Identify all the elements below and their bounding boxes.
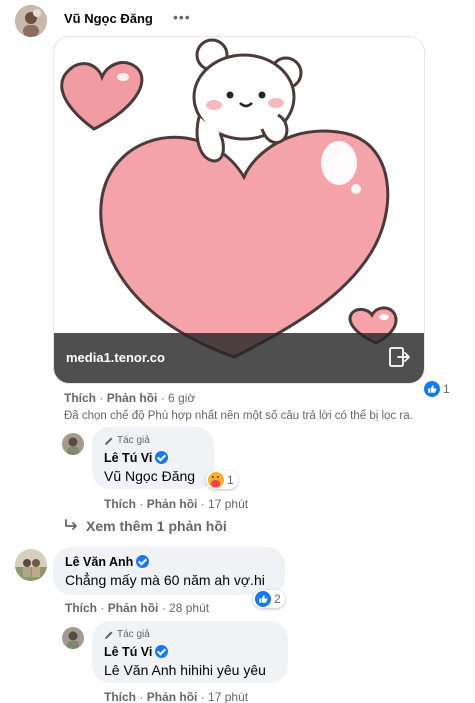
avatar[interactable] [15, 549, 47, 581]
reaction-count: 2 [274, 592, 281, 606]
pencil-icon [105, 631, 113, 639]
avatar[interactable] [62, 627, 84, 649]
comment-time[interactable]: 17 phút [208, 497, 248, 511]
comment-author[interactable]: Lê Văn Anh [65, 555, 150, 569]
comment-time[interactable]: 17 phút [208, 690, 248, 703]
comment-actions: Thích · Phản hồi · 28 phút [65, 601, 210, 615]
author-badge: Tác giả [104, 435, 150, 446]
comment-text: Chẳng mấy mà 60 năm ah vợ.hi [65, 572, 265, 588]
avatar[interactable] [15, 5, 47, 37]
reply-link[interactable]: Phản hồi [147, 690, 198, 703]
filter-notice: Đã chọn chế độ Phù hợp nhất nên một số c… [64, 410, 413, 422]
like-link[interactable]: Thích [104, 497, 136, 511]
open-external-icon[interactable] [388, 345, 412, 374]
comment-actions: Thích · Phản hồi · 6 giờ [64, 391, 196, 405]
reaction-summary[interactable]: 1 [206, 471, 238, 489]
verified-badge-icon [155, 451, 169, 464]
comment-time[interactable]: 28 phút [169, 601, 209, 615]
reaction-summary[interactable]: 2 [253, 590, 285, 608]
like-reaction-icon [424, 381, 440, 397]
comment-text: Lê Văn Anh hihihi yêu yêu [104, 662, 266, 678]
author-badge: Tác giả [104, 629, 150, 640]
bear-heart-gif [60, 38, 398, 359]
avatar-photo-icon [15, 549, 47, 581]
comment-actions: Thích · Phản hồi · 17 phút [104, 690, 249, 703]
see-more-replies-link[interactable]: Xem thêm 1 phản hồi [64, 518, 227, 534]
reaction-summary[interactable]: 1 [424, 381, 450, 397]
avatar-photo-icon [62, 433, 84, 455]
reply-link[interactable]: Phản hồi [108, 601, 159, 615]
comment-author[interactable]: Vũ Ngọc Đăng [64, 11, 153, 26]
more-options-button[interactable]: ••• [173, 9, 191, 25]
comment-actions: Thích · Phản hồi · 17 phút [104, 497, 249, 511]
avatar[interactable] [62, 433, 84, 455]
like-link[interactable]: Thích [64, 391, 96, 405]
avatar-photo-icon [15, 5, 47, 37]
verified-badge-icon [136, 555, 150, 568]
comment-author[interactable]: Lê Tú Vi [104, 451, 169, 465]
like-reaction-icon [255, 591, 271, 607]
like-link[interactable]: Thích [65, 601, 97, 615]
verified-badge-icon [155, 645, 169, 658]
reply-link[interactable]: Phản hồi [147, 497, 198, 511]
avatar-photo-icon [62, 627, 84, 649]
reaction-count: 1 [227, 473, 234, 487]
pencil-icon [105, 437, 113, 445]
comment-time[interactable]: 6 giờ [168, 391, 195, 405]
like-link[interactable]: Thích [104, 690, 136, 703]
reaction-count: 1 [443, 382, 450, 396]
comment-text: Vũ Ngọc Đăng [104, 468, 196, 484]
reply-arrow-icon [65, 519, 77, 530]
gif-source-link[interactable]: media1.tenor.co [66, 350, 165, 365]
reply-link[interactable]: Phản hồi [107, 391, 158, 405]
comment-author[interactable]: Lê Tú Vi [104, 645, 169, 659]
gif-attachment[interactable]: media1.tenor.co [53, 36, 425, 384]
care-reaction-icon [208, 472, 224, 488]
